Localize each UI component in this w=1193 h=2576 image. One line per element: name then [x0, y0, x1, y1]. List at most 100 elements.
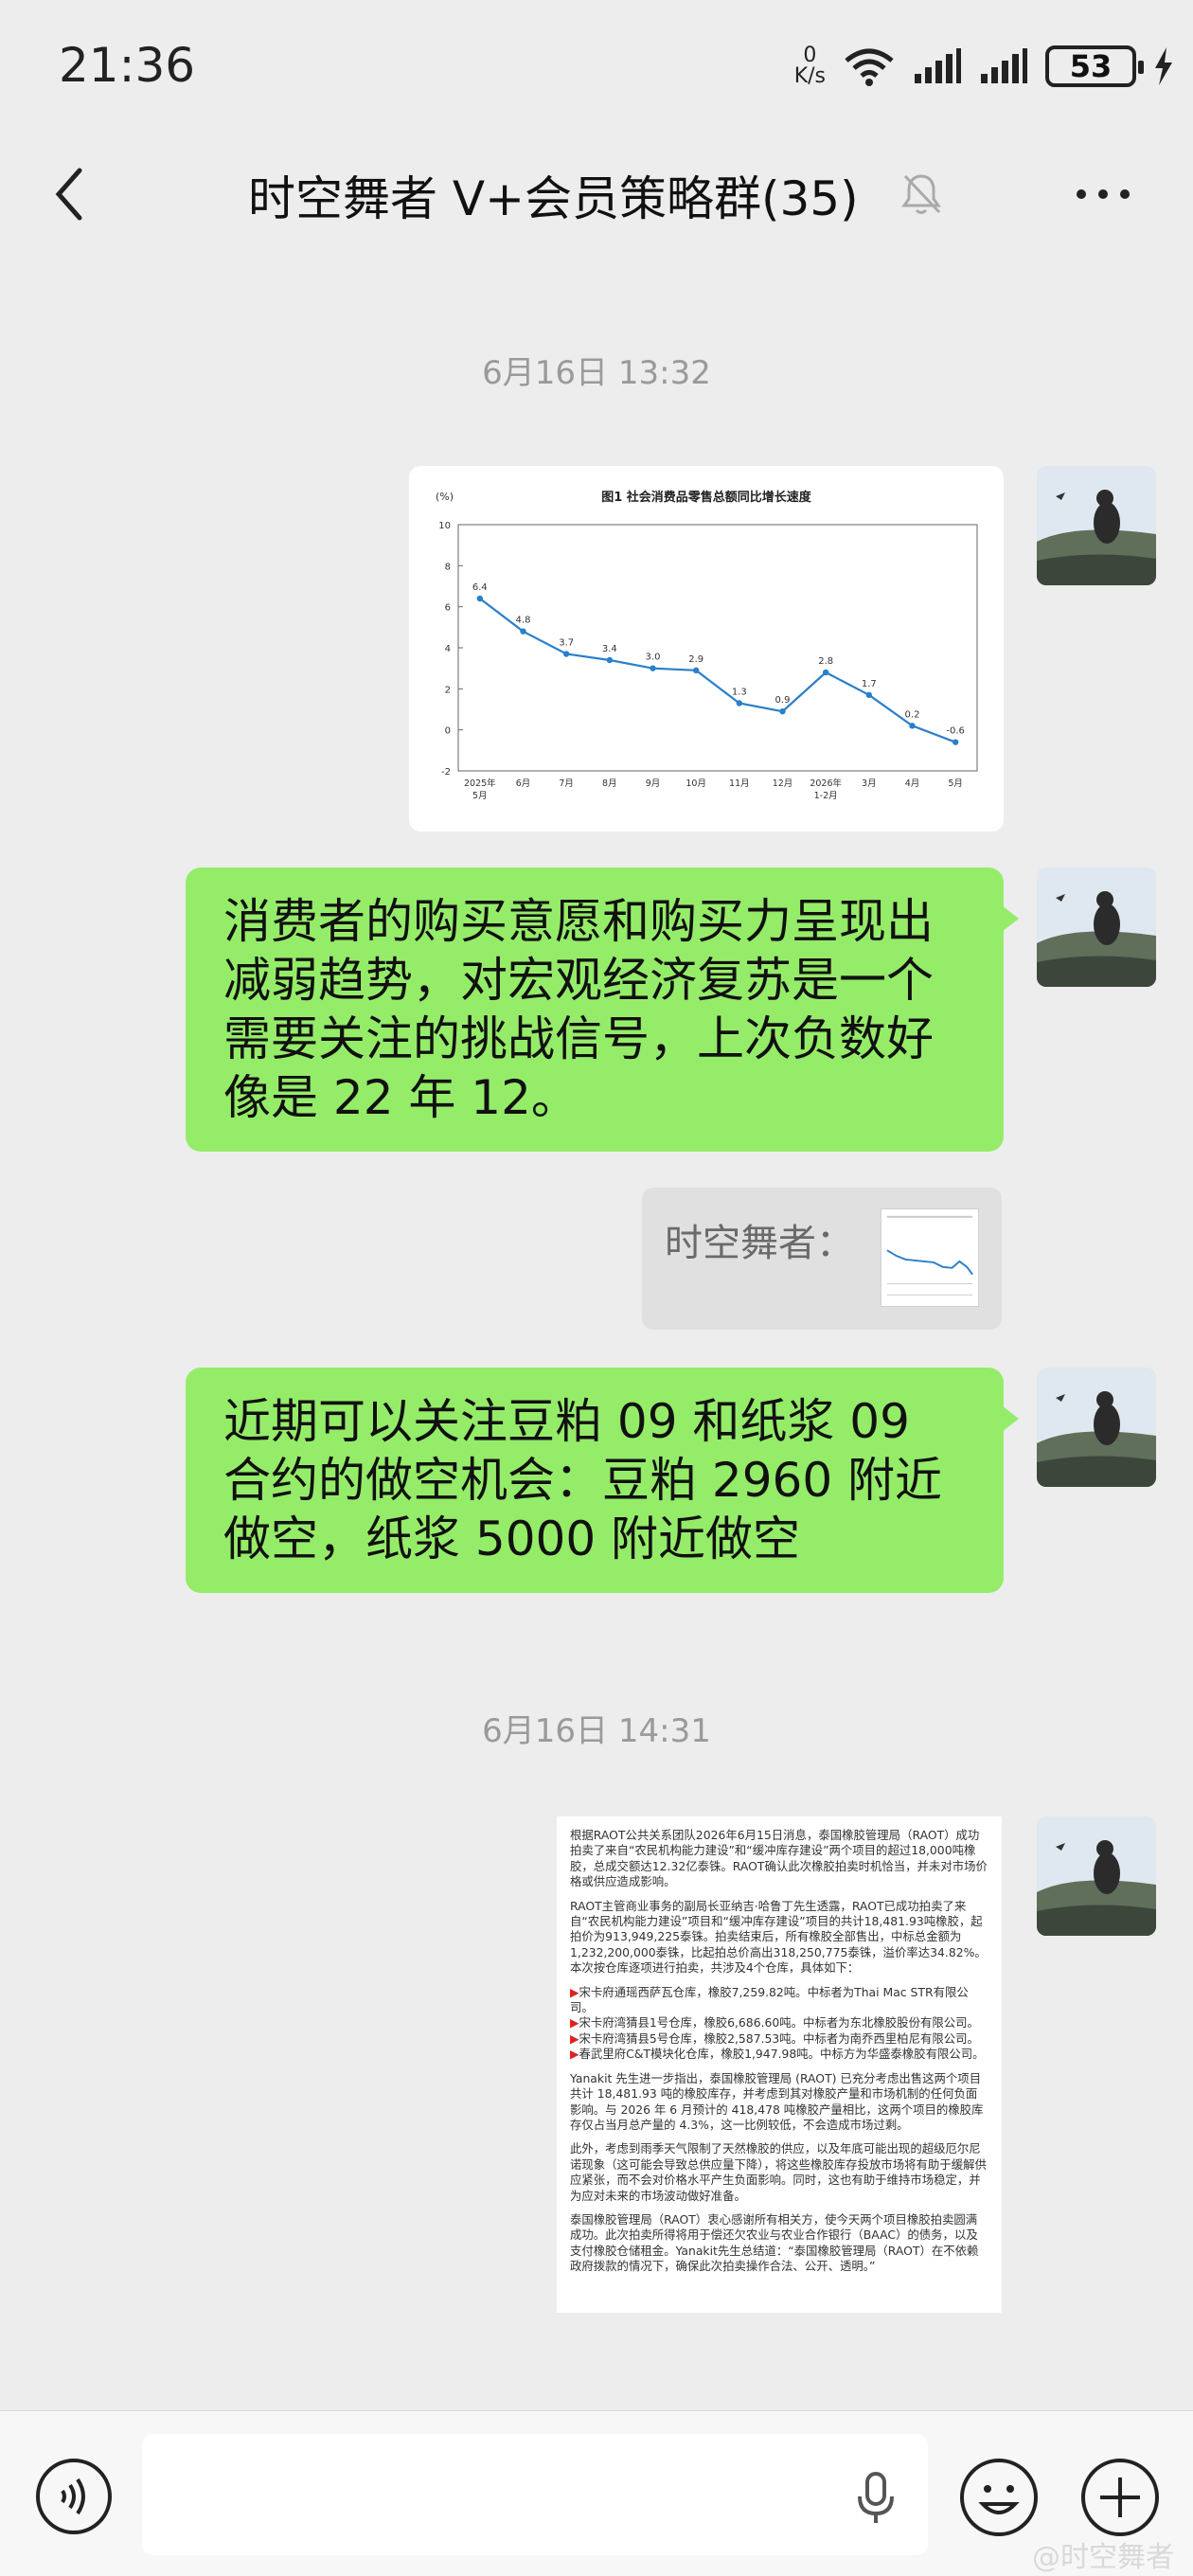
chat-title: 时空舞者 V+会员策略群(35)	[248, 171, 859, 226]
series-line	[479, 598, 956, 743]
charging-icon	[1155, 47, 1172, 85]
retail-sales-chart: 图1 社会消费品零售总额同比增长速度 (%) -2 0 2 4 6 8 10 2025年 5月…	[436, 490, 978, 801]
text-message[interactable]: 近期可以关注豆粕 09 和纸浆 09 合约的做空机会：豆粕 2960 附近做空，…	[186, 1368, 1019, 1593]
y-tick-label: 2	[445, 685, 451, 695]
status-time: 21:36	[59, 38, 196, 93]
x-tick-label: 7月	[559, 778, 574, 789]
data-point	[822, 669, 829, 676]
data-label: 3.4	[602, 644, 617, 654]
x-tick-label: 10月	[686, 778, 706, 789]
data-point	[562, 651, 570, 657]
y-tick-label: -2	[441, 767, 451, 778]
quote-author: 时空舞者：	[665, 1222, 854, 1265]
status-bar: 21:36 0 K/s 53	[0, 0, 1193, 133]
wifi-icon	[845, 48, 894, 86]
text-message[interactable]: 消费者的购买意愿和购买力呈现出减弱趋势，对宏观经济复苏是一个需要关注的挑战信号，…	[186, 868, 1019, 1152]
flag-icon: ▶	[570, 2030, 579, 2046]
data-point	[650, 665, 656, 671]
avatar-image	[1037, 868, 1156, 987]
chart-title: 图1 社会消费品零售总额同比增长速度	[601, 490, 812, 505]
doc-list-item: ▶宋卡府湾猜县1号仓库，橡胶6,686.60吨。中标者为东北橡胶股份有限公司。	[570, 2015, 979, 2030]
watermark: @时空舞者	[1032, 2541, 1174, 2574]
flag-icon: ▶	[570, 2015, 579, 2030]
data-point	[779, 707, 786, 715]
x-tick-label: 8月	[602, 778, 617, 789]
avatar-image	[1037, 466, 1156, 585]
data-point	[476, 595, 484, 602]
message-timestamp: 6月16日 14:31	[482, 1712, 711, 1750]
signal-icon-1	[915, 48, 961, 83]
doc-list-item: ▶宋卡府湾猜县5号仓库，橡胶2,587.53吨。中标者为南乔西里柏尼有限公司。	[570, 2030, 979, 2046]
flag-icon: ▶	[570, 1984, 579, 1999]
x-tick-label: 11月	[729, 778, 750, 789]
x-tick-label: 12月	[773, 778, 793, 789]
y-tick-label: 0	[445, 726, 451, 737]
doc-paragraph: 泰国橡胶管理局（RAOT）衷心感谢所有相关方，使今天两个项目橡胶拍卖圆满成功。此…	[570, 2211, 979, 2274]
avatar[interactable]	[1037, 1368, 1156, 1487]
chart-image-message[interactable]: 图1 社会消费品零售总额同比增长速度 (%) -2 0 2 4 6 8 10 2025年 5月…	[409, 466, 1004, 832]
chart-frame	[457, 524, 978, 772]
network-speed: 0 K/s	[793, 44, 826, 88]
data-point	[952, 739, 959, 745]
doc-paragraph: 根据RAOT公共关系团队2026年6月15日消息，泰国橡胶管理局（RAOT）成功…	[570, 1828, 988, 1889]
quote-thumbnail	[881, 1208, 979, 1307]
doc-list: ▶宋卡府通瑶西萨瓦仓库，橡胶7,259.82吨。中标者为Thai Mac STR…	[570, 1985, 988, 2063]
data-label: 1.3	[732, 688, 747, 698]
y-tick-label: 8	[445, 562, 451, 572]
avatar[interactable]	[1037, 466, 1156, 585]
chart-ylabel: (%)	[436, 491, 454, 503]
data-point	[692, 667, 700, 674]
data-label: 0.2	[905, 709, 920, 720]
x-tick-label: 2025年 5月	[464, 778, 496, 801]
doc-paragraph: RAOT主管商业事务的副局长亚纳吉·哈鲁丁先生透露，RAOT已成功拍卖了来自“农…	[570, 1898, 987, 1976]
data-point	[736, 700, 743, 707]
x-tick-label: 2026年 1-2月	[810, 778, 842, 801]
chat-header: 时空舞者 V+会员策略群(35)	[0, 133, 1193, 256]
signal-icon-2	[981, 48, 1027, 83]
more-icon[interactable]	[1070, 170, 1136, 218]
document-image-message[interactable]: 根据RAOT公共关系团队2026年6月15日消息，泰国橡胶管理局（RAOT）成功…	[557, 1816, 1002, 2313]
avatar-image	[1037, 1816, 1156, 1936]
emoji-icon[interactable]	[958, 2457, 1040, 2538]
y-tick-label: 6	[445, 603, 451, 614]
doc-list-item: ▶宋卡府通瑶西萨瓦仓库，橡胶7,259.82吨。中标者为Thai Mac STR…	[570, 1984, 969, 2015]
data-label: 6.4	[472, 582, 488, 593]
data-point	[865, 691, 873, 699]
message-input[interactable]	[142, 2434, 928, 2555]
doc-paragraph: 此外，考虑到雨季天气限制了天然橡胶的供应，以及年底可能出现的超级厄尔尼诺现象（这…	[570, 2141, 987, 2203]
back-icon[interactable]	[38, 161, 104, 227]
x-tick-label: 3月	[862, 778, 877, 789]
x-tick-label: 9月	[646, 778, 661, 789]
data-point	[520, 628, 526, 635]
avatar[interactable]	[1037, 868, 1156, 987]
flag-icon: ▶	[570, 2047, 579, 2062]
data-label: 2.9	[688, 654, 703, 665]
status-indicators: 0 K/s 53	[794, 38, 1174, 95]
data-label: 4.8	[516, 616, 531, 626]
microphone-icon[interactable]	[852, 2470, 899, 2527]
input-bar	[0, 2410, 1193, 2576]
data-label: 1.7	[862, 679, 877, 689]
mute-bell-icon	[901, 174, 941, 214]
quoted-message[interactable]: 时空舞者：	[642, 1188, 1002, 1330]
data-label: 3.7	[559, 638, 574, 649]
more-actions-icon[interactable]	[1079, 2457, 1161, 2538]
data-label: 0.9	[775, 695, 791, 706]
message-timestamp: 6月16日 13:32	[482, 354, 711, 392]
avatar-image	[1037, 1368, 1156, 1487]
voice-toggle-icon[interactable]	[34, 2457, 114, 2536]
x-tick-label: 5月	[948, 778, 963, 789]
doc-list-item: ▶春武里府C&T模块化仓库，橡胶1,947.98吨。中标方为华盛泰橡胶有限公司。	[570, 2047, 985, 2062]
y-tick-label: 10	[438, 521, 451, 531]
data-label: 3.0	[646, 653, 661, 663]
x-tick-label: 6月	[516, 778, 531, 789]
x-tick-label: 4月	[905, 778, 920, 789]
doc-paragraph: Yanakit 先生进一步指出，泰国橡胶管理局 (RAOT) 已充分考虑出售这两…	[570, 2070, 984, 2132]
data-label: -0.6	[946, 726, 965, 737]
y-tick-label: 4	[445, 644, 451, 654]
data-point	[909, 723, 916, 729]
data-point	[606, 656, 614, 664]
data-label: 2.8	[818, 656, 833, 667]
battery-icon: 53	[1045, 45, 1144, 87]
avatar[interactable]	[1037, 1816, 1156, 1936]
